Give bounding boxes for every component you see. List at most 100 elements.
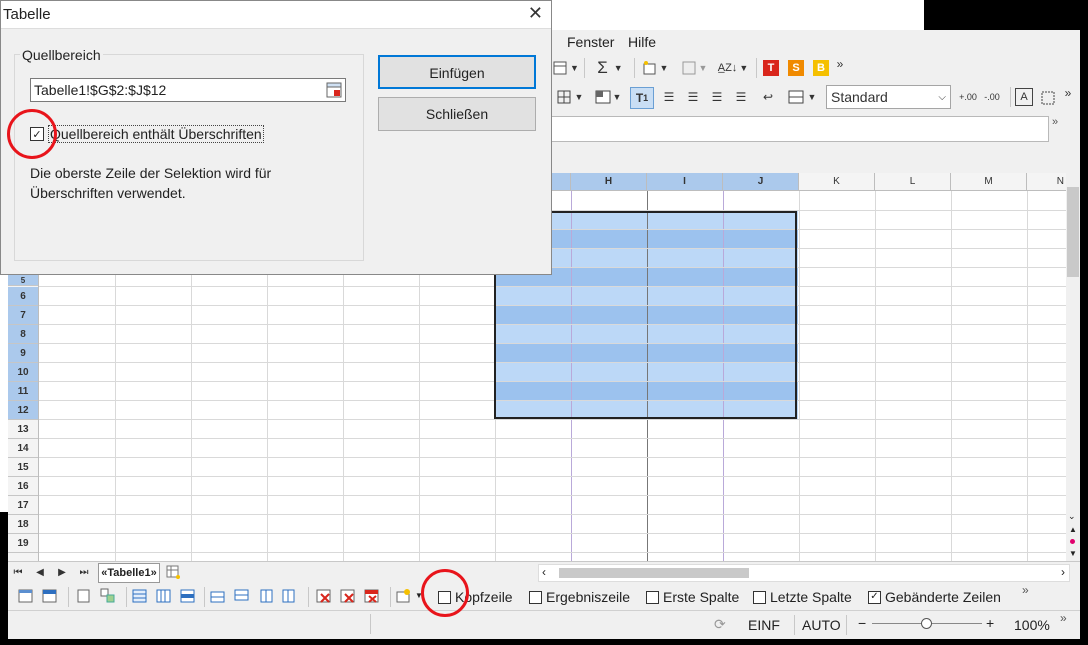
align-right-icon[interactable]: ☰ xyxy=(708,87,726,107)
formula-input[interactable] xyxy=(552,116,1049,142)
table-style-dropdown-icon[interactable] xyxy=(396,588,412,604)
checkbox-total-row[interactable]: Ergebniszeile xyxy=(529,589,630,605)
checkbox-box[interactable] xyxy=(753,590,766,604)
close-icon[interactable]: ✕ xyxy=(528,3,543,24)
table-autofit-icon[interactable] xyxy=(42,588,58,604)
table-properties-icon[interactable] xyxy=(18,588,34,604)
scroll-up-icon[interactable]: ▲ xyxy=(1069,525,1077,534)
wrap-text-icon[interactable]: ↩ xyxy=(758,87,778,107)
checkbox-last-column[interactable]: Letzte Spalte xyxy=(753,589,852,605)
insert-mode[interactable]: EINF xyxy=(748,617,780,633)
checkbox-first-column[interactable]: Erste Spalte xyxy=(646,589,739,605)
text-b-icon[interactable]: B xyxy=(813,60,829,76)
nav-dot-icon[interactable] xyxy=(1070,539,1075,544)
sheet-tab-tabelle1[interactable]: «Tabelle1» xyxy=(98,563,160,583)
row-header-14[interactable]: 14 xyxy=(8,439,38,458)
column-header-h[interactable]: H xyxy=(571,173,647,190)
checkbox-box[interactable] xyxy=(529,590,542,604)
row-header-16[interactable]: 16 xyxy=(8,477,38,496)
select-table-icon[interactable] xyxy=(132,588,148,604)
column-header-n[interactable]: N xyxy=(1027,173,1066,190)
insert-column-after-icon[interactable] xyxy=(282,588,298,604)
vertical-scroll-thumb[interactable] xyxy=(1067,187,1079,277)
vertical-scrollbar[interactable]: ⌄ ▲ ▼ xyxy=(1066,173,1080,561)
scroll-next-icon[interactable]: ▼ xyxy=(1069,549,1077,558)
add-sheet-icon[interactable] xyxy=(164,562,182,582)
scroll-down-icon[interactable]: ⌄ xyxy=(1068,511,1076,522)
zoom-out-button[interactable]: − xyxy=(858,615,866,631)
table-grid-dropdown[interactable]: ▼ xyxy=(552,58,580,78)
zoom-level[interactable]: 100% xyxy=(1014,617,1050,633)
select-row-icon[interactable] xyxy=(180,588,196,604)
row-header-8[interactable]: 8 xyxy=(8,325,38,344)
text-t-icon[interactable]: T xyxy=(763,60,779,76)
source-range-input[interactable]: Tabelle1!$G$2:$J$12 xyxy=(30,78,346,102)
row-header-13[interactable]: 13 xyxy=(8,420,38,439)
border-style-icon[interactable] xyxy=(1039,88,1057,108)
cell-style-button[interactable]: ▼ xyxy=(592,87,624,107)
sum-button[interactable]: Σ ▼ xyxy=(592,58,628,78)
row-header-5[interactable]: 5 xyxy=(8,275,38,286)
close-button[interactable]: Schließen xyxy=(378,97,536,131)
align-center-icon[interactable]: ☰ xyxy=(684,87,702,107)
table-toolbar-overflow-icon[interactable]: » xyxy=(1022,583,1029,597)
column-header-m[interactable]: M xyxy=(951,173,1027,190)
row-header-9[interactable]: 9 xyxy=(8,344,38,363)
row-header-19[interactable]: 19 xyxy=(8,534,38,553)
toolbar2-overflow-icon[interactable]: » xyxy=(1062,83,1074,103)
dialog-title-bar[interactable]: Tabelle ✕ xyxy=(1,1,551,29)
column-header-k[interactable]: K xyxy=(799,173,875,190)
scroll-left-icon[interactable]: ‹ xyxy=(542,565,546,579)
row-header-18[interactable]: 18 xyxy=(8,515,38,534)
split-table-icon[interactable] xyxy=(100,588,116,604)
table-style-icon[interactable]: T1 xyxy=(630,87,654,109)
sort-button[interactable]: A̲Z↓ ▼ xyxy=(716,58,750,78)
row-header-10[interactable]: 10 xyxy=(8,363,38,382)
insert-row-above-icon[interactable] xyxy=(210,588,226,604)
row-header-15[interactable]: 15 xyxy=(8,458,38,477)
column-header-l[interactable]: L xyxy=(875,173,951,190)
toolbar-overflow-icon[interactable]: » xyxy=(834,54,846,74)
statusbar-overflow-icon[interactable]: » xyxy=(1060,611,1067,625)
row-header-6[interactable]: 6 xyxy=(8,287,38,306)
zoom-slider-thumb[interactable] xyxy=(921,618,932,629)
insert-row-below-icon[interactable] xyxy=(234,588,250,604)
menu-help[interactable]: Hilfe xyxy=(628,34,656,50)
style-select[interactable]: Standard ⌵ xyxy=(826,85,951,109)
justify-icon[interactable]: ☰ xyxy=(732,87,750,107)
text-s-icon[interactable]: S xyxy=(788,60,804,76)
select-column-icon[interactable] xyxy=(156,588,172,604)
menu-window[interactable]: Fenster xyxy=(567,34,614,50)
checkbox-box[interactable] xyxy=(646,590,659,604)
zoom-in-button[interactable]: + xyxy=(986,615,994,631)
insert-chart-button[interactable]: ▼ xyxy=(640,58,670,78)
insert-text-icon[interactable] xyxy=(76,588,92,604)
delete-rows-icon[interactable] xyxy=(316,588,332,604)
row-header-17[interactable]: 17 xyxy=(8,496,38,515)
horizontal-scrollbar[interactable]: ‹ › xyxy=(538,564,1070,582)
pivot-button[interactable]: ▼ xyxy=(676,58,712,78)
last-sheet-icon[interactable]: ⏭ xyxy=(76,562,92,582)
insert-column-before-icon[interactable] xyxy=(258,588,274,604)
checkbox-banded-rows[interactable]: ✓ Gebänderte Zeilen xyxy=(868,589,1001,605)
prev-sheet-icon[interactable]: ◀ xyxy=(32,562,48,582)
selection-mode[interactable]: AUTO xyxy=(802,617,841,633)
row-header-11[interactable]: 11 xyxy=(8,382,38,401)
next-sheet-icon[interactable]: ▶ xyxy=(54,562,70,582)
column-header-j[interactable]: J xyxy=(723,173,799,190)
formula-expand-icon[interactable]: » xyxy=(1052,116,1058,128)
scroll-right-icon[interactable]: › xyxy=(1061,565,1065,579)
check-icon[interactable]: ✓ xyxy=(868,590,881,604)
borders-button[interactable]: ▼ xyxy=(554,87,586,107)
insert-button[interactable]: Einfügen xyxy=(378,55,536,89)
shrink-range-icon[interactable] xyxy=(326,82,342,98)
delete-columns-icon[interactable] xyxy=(340,588,356,604)
delete-table-icon[interactable] xyxy=(364,588,380,604)
font-color-icon[interactable]: A xyxy=(1015,88,1033,106)
row-header-7[interactable]: 7 xyxy=(8,306,38,325)
add-decimal-icon[interactable]: +.00 xyxy=(958,87,978,107)
merge-cells-button[interactable]: ▼ xyxy=(784,87,820,107)
align-left-icon[interactable]: ☰ xyxy=(660,87,678,107)
row-header-12[interactable]: 12 xyxy=(8,401,38,420)
column-header-i[interactable]: I xyxy=(647,173,723,190)
